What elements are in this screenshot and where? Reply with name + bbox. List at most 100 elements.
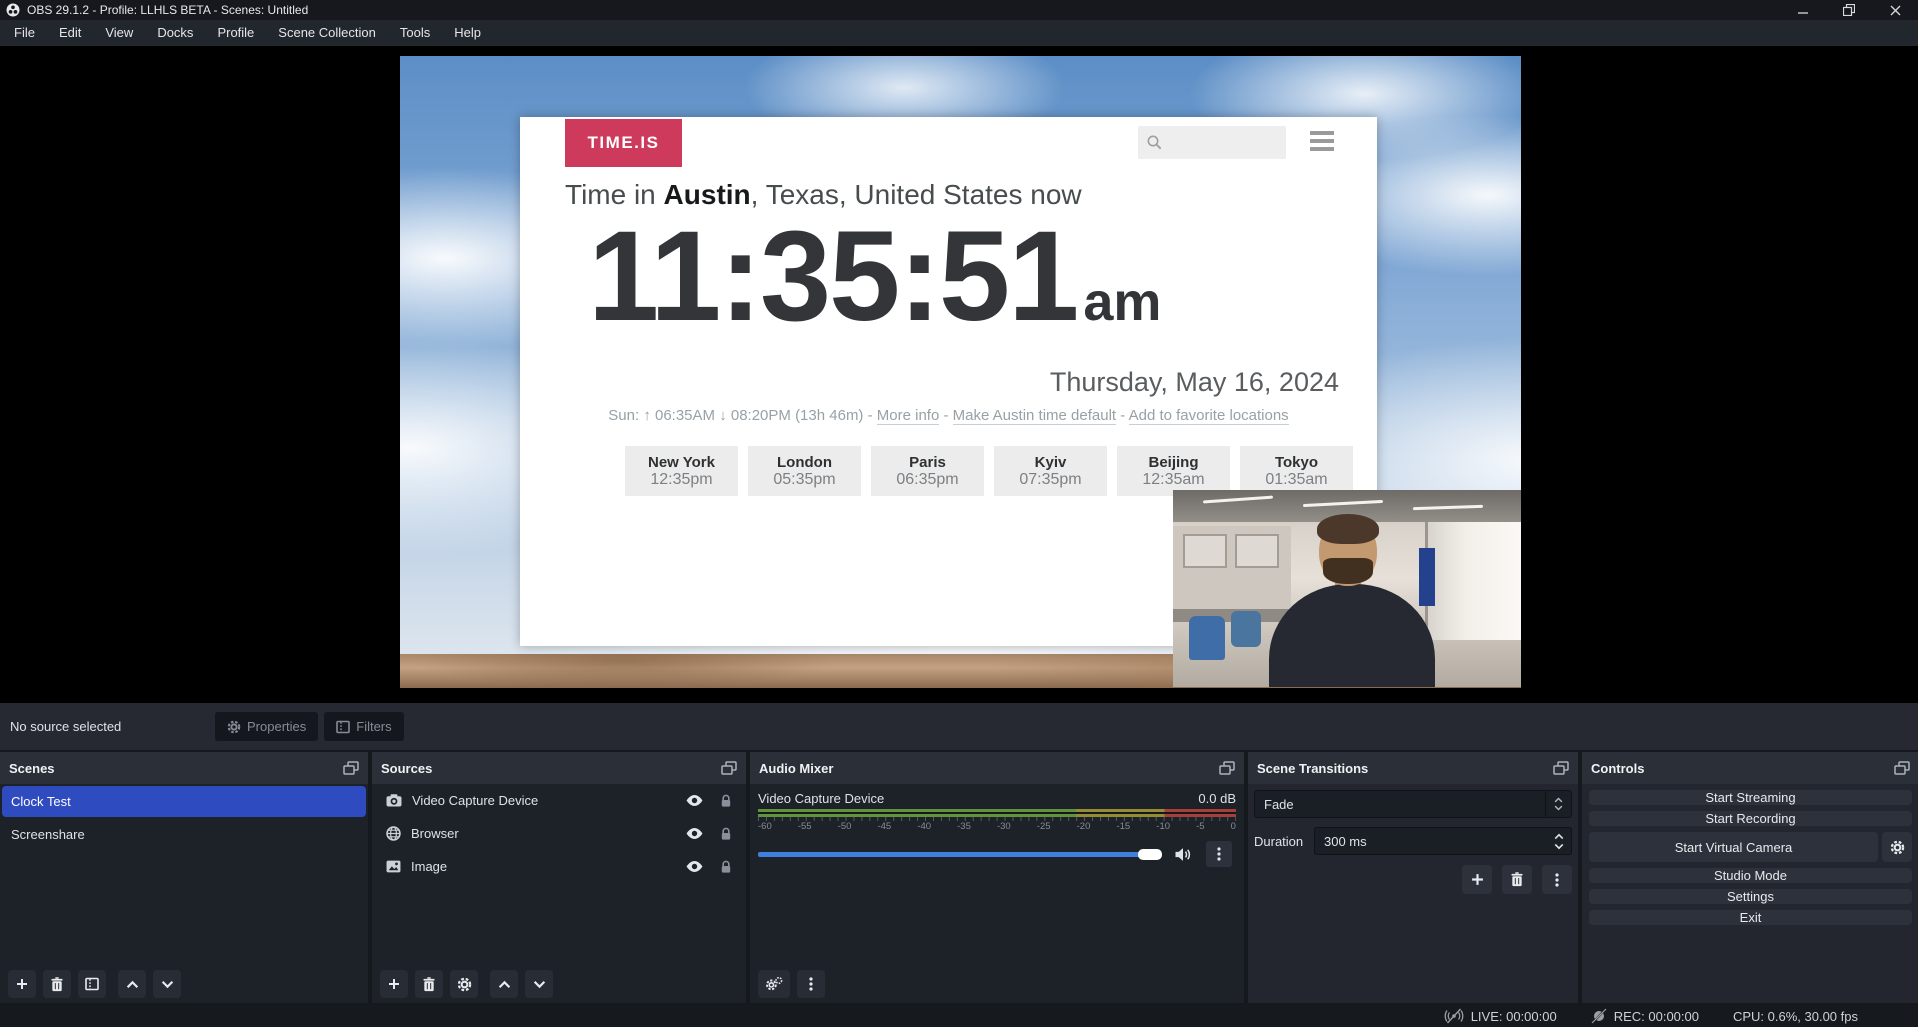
menu-tools[interactable]: Tools <box>388 20 442 46</box>
start-virtual-camera-button[interactable]: Start Virtual Camera <box>1589 832 1878 862</box>
stream-inactive-icon <box>1444 1008 1464 1024</box>
menu-scene-collection[interactable]: Scene Collection <box>266 20 388 46</box>
world-clock-kyiv: Kyiv 07:35pm <box>994 446 1107 496</box>
chevron-down-icon <box>533 980 546 989</box>
volume-meter <box>758 809 1236 817</box>
spin-up-icon[interactable] <box>1554 833 1564 840</box>
advanced-audio-button[interactable] <box>758 970 790 998</box>
popout-icon[interactable] <box>721 761 737 775</box>
chevron-down-icon <box>161 980 174 989</box>
world-clock-london: London 05:35pm <box>748 446 861 496</box>
audio-mixer-panel: Audio Mixer Video Capture Device 0.0 dB … <box>750 752 1244 1003</box>
live-status: LIVE: 00:00:00 <box>1444 1008 1557 1024</box>
menu-edit[interactable]: Edit <box>47 20 93 46</box>
lock-icon[interactable] <box>720 860 732 874</box>
controls-panel-header[interactable]: Controls <box>1582 752 1918 784</box>
titlebar[interactable]: OBS 29.1.2 - Profile: LLHLS BETA - Scene… <box>0 0 1918 20</box>
person-hair <box>1317 514 1379 544</box>
visibility-eye-icon[interactable] <box>685 794 704 807</box>
menu-file[interactable]: File <box>2 20 47 46</box>
source-status-text: No source selected <box>10 719 215 734</box>
add-favorite-link: Add to favorite locations <box>1129 407 1289 425</box>
remove-transition-button[interactable] <box>1502 865 1532 894</box>
menu-help[interactable]: Help <box>442 20 493 46</box>
cpu-status: CPU: 0.6%, 30.00 fps <box>1733 1009 1858 1024</box>
volume-slider[interactable] <box>758 852 1158 857</box>
source-properties-button[interactable] <box>450 970 478 998</box>
lock-icon[interactable] <box>720 827 732 841</box>
properties-button[interactable]: Properties <box>215 712 318 741</box>
camera-icon <box>386 794 402 807</box>
filters-button[interactable]: Filters <box>324 712 403 741</box>
timeis-search-input <box>1138 126 1286 159</box>
scene-move-up-button[interactable] <box>118 970 146 998</box>
transition-menu-button[interactable] <box>1542 865 1572 894</box>
office-chair <box>1231 611 1261 647</box>
window-title: OBS 29.1.2 - Profile: LLHLS BETA - Scene… <box>27 3 308 17</box>
mixer-menu-button[interactable] <box>797 970 825 998</box>
chevron-up-icon <box>126 980 139 989</box>
record-inactive-icon <box>1591 1008 1607 1024</box>
sources-panel-header[interactable]: Sources <box>372 752 746 784</box>
lock-icon[interactable] <box>720 794 732 808</box>
volume-slider-handle[interactable] <box>1138 849 1162 860</box>
close-button[interactable] <box>1872 0 1918 20</box>
scene-item-screenshare[interactable]: Screenshare <box>2 819 366 850</box>
source-item-video-capture[interactable]: Video Capture Device <box>372 784 746 817</box>
add-scene-button[interactable] <box>8 970 36 998</box>
speaker-icon[interactable] <box>1174 847 1192 862</box>
gear-icon <box>1890 840 1905 855</box>
kebab-menu-icon <box>1217 847 1221 861</box>
scene-item-clock-test[interactable]: Clock Test <box>2 786 366 817</box>
statusbar: LIVE: 00:00:00 REC: 00:00:00 CPU: 0.6%, … <box>0 1005 1918 1027</box>
hamburger-menu-icon <box>1310 131 1334 151</box>
transition-select-arrows[interactable] <box>1545 791 1571 817</box>
popout-icon[interactable] <box>1219 761 1235 775</box>
transition-select[interactable]: Fade <box>1254 790 1572 818</box>
studio-mode-button[interactable]: Studio Mode <box>1589 868 1912 883</box>
gear-icon <box>457 977 472 992</box>
popout-icon[interactable] <box>1894 761 1910 775</box>
start-streaming-button[interactable]: Start Streaming <box>1589 790 1912 805</box>
mixer-toolbar <box>750 965 1244 1003</box>
virtual-camera-config-button[interactable] <box>1882 832 1912 862</box>
duration-spinbox[interactable]: 300 ms <box>1314 827 1572 855</box>
minimize-button[interactable] <box>1780 0 1826 20</box>
channel-menu-button[interactable] <box>1206 841 1232 867</box>
popout-icon[interactable] <box>1553 761 1569 775</box>
scenes-panel-title: Scenes <box>9 761 55 776</box>
preview-canvas[interactable]: TIME.IS Time in Austin, Texas, United St… <box>400 56 1521 688</box>
preview-area[interactable]: TIME.IS Time in Austin, Texas, United St… <box>0 46 1918 703</box>
remove-source-button[interactable] <box>415 970 443 998</box>
obs-window: OBS 29.1.2 - Profile: LLHLS BETA - Scene… <box>0 0 1918 1027</box>
menu-view[interactable]: View <box>93 20 145 46</box>
remove-scene-button[interactable] <box>43 970 71 998</box>
source-move-down-button[interactable] <box>525 970 553 998</box>
rec-status: REC: 00:00:00 <box>1591 1008 1699 1024</box>
source-item-browser[interactable]: Browser <box>372 817 746 850</box>
add-transition-button[interactable] <box>1462 865 1492 894</box>
plus-icon <box>388 978 400 990</box>
start-recording-button[interactable]: Start Recording <box>1589 811 1912 826</box>
add-source-button[interactable] <box>380 970 408 998</box>
scene-filters-button[interactable] <box>78 970 106 998</box>
scenes-panel-header[interactable]: Scenes <box>0 752 368 784</box>
settings-button[interactable]: Settings <box>1589 889 1912 904</box>
menu-profile[interactable]: Profile <box>205 20 266 46</box>
source-move-up-button[interactable] <box>490 970 518 998</box>
popout-icon[interactable] <box>343 761 359 775</box>
exit-button[interactable]: Exit <box>1589 910 1912 925</box>
visibility-eye-icon[interactable] <box>685 827 704 840</box>
chevron-up-icon <box>498 980 511 989</box>
mixer-panel-header[interactable]: Audio Mixer <box>750 752 1244 784</box>
transitions-panel-header[interactable]: Scene Transitions <box>1248 752 1578 784</box>
source-item-image[interactable]: Image <box>372 850 746 883</box>
menubar: File Edit View Docks Profile Scene Colle… <box>0 20 1918 46</box>
image-icon <box>386 860 401 873</box>
restore-button[interactable] <box>1826 0 1872 20</box>
scene-move-down-button[interactable] <box>153 970 181 998</box>
search-icon <box>1146 134 1163 151</box>
spin-down-icon[interactable] <box>1554 843 1564 850</box>
menu-docks[interactable]: Docks <box>145 20 205 46</box>
visibility-eye-icon[interactable] <box>685 860 704 873</box>
